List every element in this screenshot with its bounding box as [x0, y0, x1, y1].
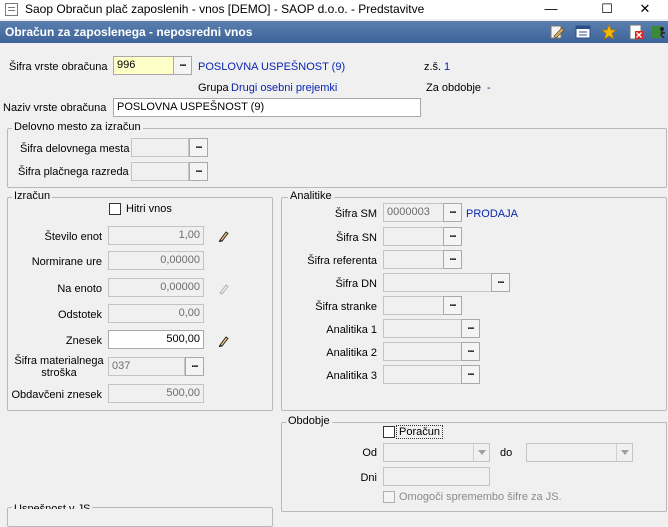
minimize-button[interactable]: —	[528, 0, 574, 19]
dni-input[interactable]	[383, 467, 490, 486]
poracun-checkbox[interactable]	[383, 426, 395, 438]
izracun-title: Izračun	[12, 190, 53, 202]
do-select[interactable]	[526, 443, 633, 462]
mat-label-line1: Šifra materialnega	[14, 355, 104, 367]
delete-icon[interactable]	[628, 24, 644, 40]
sifra-dn-input[interactable]	[383, 273, 492, 292]
analitike-title: Analitike	[288, 190, 334, 202]
sifra-placnega-razreda-input[interactable]	[131, 162, 189, 181]
sifra-vrste-lookup-button[interactable]: ...	[173, 56, 192, 75]
obdavceni-znesek-input[interactable]: 500,00	[108, 384, 204, 403]
calendar-list-icon[interactable]	[575, 24, 591, 40]
sifra-referenta-lookup-button[interactable]: ...	[443, 250, 462, 269]
close-button[interactable]: ✕	[622, 0, 668, 19]
omogoci-checkbox[interactable]	[383, 491, 395, 503]
grupa-label: Grupa	[198, 82, 229, 94]
analitika-1-input[interactable]	[383, 319, 462, 338]
zs-value: 1	[444, 61, 451, 73]
normirane-ure-input[interactable]: 0,00000	[108, 251, 204, 270]
znesek-label: Znesek	[65, 335, 102, 347]
analitika-2-lookup-button[interactable]: ...	[461, 342, 480, 361]
od-label: Od	[362, 447, 377, 459]
window-title: Saop Obračun plač zaposlenih - vnos [DEM…	[25, 2, 425, 16]
sifra-dn-lookup-button[interactable]: ...	[491, 273, 510, 292]
sifra-vrste-label: Šifra vrste obračuna	[9, 61, 108, 73]
analitika-2-label: Analitika 2	[326, 347, 377, 359]
edit-icon[interactable]	[549, 24, 565, 40]
za-obdobje-value: -	[487, 82, 491, 94]
sifra-sm-lookup-button[interactable]: ...	[443, 203, 462, 222]
sifra-delovnega-mesta-input[interactable]	[131, 138, 189, 157]
hitri-vnos-checkbox[interactable]	[109, 203, 121, 215]
stevilo-enot-label: Število enot	[44, 231, 102, 243]
analitika-3-input[interactable]	[383, 365, 462, 384]
sifra-vrste-description: POSLOVNA USPEŠNOST (9)	[198, 61, 346, 73]
sifra-materialnega-stroska-label: Šifra materialnega stroška	[14, 355, 104, 379]
sifra-delovnega-mesta-label: Šifra delovnega mesta	[20, 143, 130, 155]
sifra-placnega-razreda-label: Šifra plačnega razreda	[18, 166, 129, 178]
sifra-sm-description: PRODAJA	[466, 208, 518, 220]
sifra-sm-input[interactable]: 0000003	[383, 203, 444, 222]
na-enoto-input[interactable]: 0,00000	[108, 278, 204, 297]
za-obdobje-label: Za obdobje	[426, 82, 482, 94]
od-select[interactable]	[383, 443, 490, 462]
analitika-3-lookup-button[interactable]: ...	[461, 365, 480, 384]
pencil-disabled-icon	[219, 284, 229, 295]
analitika-3-label: Analitika 3	[326, 370, 377, 382]
sifra-referenta-label: Šifra referenta	[307, 255, 377, 267]
chevron-down-icon	[473, 444, 489, 461]
uspesnost-title: Uspešnost v JS	[12, 503, 93, 509]
analitika-2-input[interactable]	[383, 342, 462, 361]
pencil-icon[interactable]	[218, 230, 230, 242]
exit-icon[interactable]	[651, 24, 667, 40]
sifra-materialnega-stroska-input[interactable]: 037	[108, 357, 185, 376]
naziv-input[interactable]: POSLOVNA USPEŠNOST (9)	[113, 98, 421, 117]
chevron-down-icon	[616, 444, 632, 461]
znesek-input[interactable]: 500,00	[108, 330, 204, 349]
odstotek-label: Odstotek	[57, 309, 102, 321]
sifra-materialnega-stroska-lookup-button[interactable]: ...	[185, 357, 204, 376]
form-title: Obračun za zaposlenega - neposredni vnos	[5, 25, 253, 39]
sifra-stranke-input[interactable]	[383, 296, 444, 315]
sifra-vrste-input[interactable]: 996	[113, 56, 174, 75]
sifra-stranke-label: Šifra stranke	[315, 301, 377, 313]
normirane-ure-label: Normirane ure	[31, 256, 102, 268]
delovno-mesto-group	[7, 128, 667, 188]
uspesnost-group	[7, 507, 273, 527]
sifra-sn-input[interactable]	[383, 227, 444, 246]
odstotek-input[interactable]: 0,00	[108, 304, 204, 323]
zs-label: z.š.	[424, 61, 442, 73]
stevilo-enot-input[interactable]: 1,00	[108, 226, 204, 245]
dni-label: Dni	[360, 472, 377, 484]
sifra-referenta-input[interactable]	[383, 250, 444, 269]
sifra-delovnega-mesta-lookup-button[interactable]: ...	[189, 138, 208, 157]
poracun-label: Poračun	[396, 425, 443, 439]
obdavceni-znesek-label: Obdavčeni znesek	[11, 389, 103, 401]
sifra-sm-label: Šifra SM	[334, 208, 377, 220]
do-label: do	[500, 447, 513, 459]
obdobje-title: Obdobje	[286, 415, 332, 427]
analitika-1-label: Analitika 1	[326, 324, 377, 336]
sifra-sn-lookup-button[interactable]: ...	[443, 227, 462, 246]
sifra-dn-label: Šifra DN	[335, 278, 377, 290]
analitika-1-lookup-button[interactable]: ...	[461, 319, 480, 338]
omogoci-label: Omogoči spremembo šifre za JS.	[399, 491, 562, 503]
grupa-value: Drugi osebni prejemki	[231, 82, 338, 94]
na-enoto-label: Na enoto	[57, 283, 102, 295]
sifra-stranke-lookup-button[interactable]: ...	[443, 296, 462, 315]
delovno-mesto-title: Delovno mesto za izračun	[12, 121, 143, 133]
hitri-vnos-label: Hitri vnos	[126, 203, 172, 215]
sifra-placnega-razreda-lookup-button[interactable]: ...	[189, 162, 208, 181]
pencil-icon[interactable]	[218, 335, 230, 347]
app-icon	[5, 3, 18, 16]
mat-label-line2: stroška	[41, 367, 77, 379]
naziv-label: Naziv vrste obračuna	[3, 102, 107, 114]
star-icon[interactable]	[601, 24, 617, 40]
sifra-sn-label: Šifra SN	[336, 232, 377, 244]
